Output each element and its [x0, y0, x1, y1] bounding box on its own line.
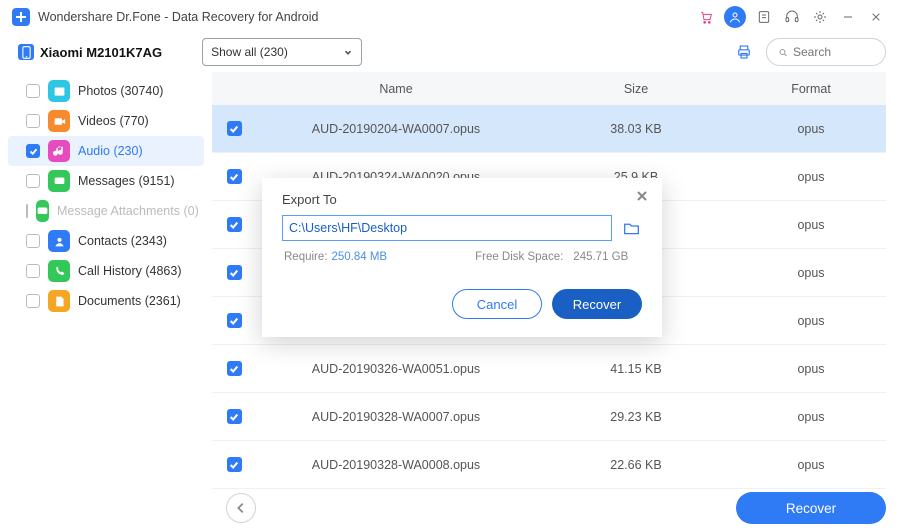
contacts-icon [48, 230, 70, 252]
sidebar-item-audio[interactable]: Audio (230) [8, 136, 204, 166]
phone-icon [18, 44, 34, 60]
row-checkbox[interactable] [227, 361, 242, 376]
dialog-close-icon[interactable] [632, 186, 652, 206]
table-row[interactable]: AUD-20190328-WA0008.opus22.66 KBopus [212, 441, 886, 489]
row-size: 22.66 KB [536, 458, 736, 472]
col-format-header[interactable]: Format [736, 82, 886, 96]
sidebar-item-docs[interactable]: Documents (2361) [8, 286, 204, 316]
dialog-title: Export To [282, 192, 642, 207]
category-checkbox[interactable] [26, 234, 40, 248]
row-size: 29.23 KB [536, 410, 736, 424]
row-name: AUD-20190328-WA0008.opus [256, 458, 536, 472]
sidebar-item-messages[interactable]: Messages (9151) [8, 166, 204, 196]
export-path-input[interactable] [282, 215, 612, 241]
cancel-button[interactable]: Cancel [452, 289, 542, 319]
row-format: opus [736, 170, 886, 184]
search-input[interactable] [793, 45, 873, 59]
category-sidebar: Photos (30740) Videos (770) Audio (230) Mes… [0, 72, 212, 486]
category-checkbox[interactable] [26, 294, 40, 308]
callhist-icon [48, 260, 70, 282]
close-icon[interactable] [862, 3, 890, 31]
row-format: opus [736, 314, 886, 328]
table-row[interactable]: AUD-20190326-WA0051.opus41.15 KBopus [212, 345, 886, 393]
freespace-value: 245.71 GB [573, 251, 628, 263]
support-icon[interactable] [778, 3, 806, 31]
sidebar-item-videos[interactable]: Videos (770) [8, 106, 204, 136]
chevron-down-icon [343, 47, 353, 57]
row-checkbox[interactable] [227, 121, 242, 136]
table-row[interactable]: AUD-20190204-WA0007.opus38.03 KBopus [212, 105, 886, 153]
sidebar-item-contacts[interactable]: Contacts (2343) [8, 226, 204, 256]
row-checkbox[interactable] [227, 169, 242, 184]
export-dialog: Export To Require: 250.84 MB Free Disk S… [262, 178, 662, 337]
row-format: opus [736, 266, 886, 280]
cart-icon[interactable] [692, 3, 720, 31]
videos-icon [48, 110, 70, 132]
category-checkbox[interactable] [26, 174, 40, 188]
row-name: AUD-20190328-WA0007.opus [256, 410, 536, 424]
sidebar-item-photos[interactable]: Photos (30740) [8, 76, 204, 106]
category-checkbox [26, 204, 28, 218]
search-box[interactable] [766, 38, 886, 66]
category-label: Photos (30740) [78, 84, 163, 98]
category-checkbox[interactable] [26, 264, 40, 278]
row-format: opus [736, 458, 886, 472]
filter-label: Show all (230) [211, 45, 288, 59]
back-button[interactable] [226, 493, 256, 523]
category-label: Call History (4863) [78, 264, 182, 278]
require-value: 250.84 MB [331, 251, 387, 263]
category-checkbox[interactable] [26, 114, 40, 128]
feedback-icon[interactable] [750, 3, 778, 31]
require-label: Require: [284, 251, 327, 263]
category-label: Documents (2361) [78, 294, 181, 308]
msgatt-icon [36, 200, 49, 222]
row-name: AUD-20190326-WA0051.opus [256, 362, 536, 376]
category-label: Videos (770) [78, 114, 149, 128]
audio-icon [48, 140, 70, 162]
messages-icon [48, 170, 70, 192]
category-checkbox[interactable] [26, 144, 40, 158]
row-checkbox[interactable] [227, 313, 242, 328]
browse-folder-icon[interactable] [620, 217, 642, 239]
row-size: 38.03 KB [536, 122, 736, 136]
device-name: Xiaomi M2101K7AG [40, 45, 162, 60]
row-checkbox[interactable] [227, 409, 242, 424]
col-name-header[interactable]: Name [256, 82, 536, 96]
settings-icon[interactable] [806, 3, 834, 31]
recover-button[interactable]: Recover [736, 492, 886, 524]
row-size: 41.15 KB [536, 362, 736, 376]
photos-icon [48, 80, 70, 102]
minimize-icon[interactable] [834, 3, 862, 31]
row-checkbox[interactable] [227, 457, 242, 472]
dialog-recover-button[interactable]: Recover [552, 289, 642, 319]
row-format: opus [736, 362, 886, 376]
col-size-header[interactable]: Size [536, 82, 736, 96]
freespace-label: Free Disk Space: [475, 251, 563, 263]
row-format: opus [736, 122, 886, 136]
row-format: opus [736, 410, 886, 424]
app-title: Wondershare Dr.Fone - Data Recovery for … [38, 10, 318, 24]
category-checkbox[interactable] [26, 84, 40, 98]
row-checkbox[interactable] [227, 265, 242, 280]
docs-icon [48, 290, 70, 312]
table-row[interactable]: AUD-20190328-WA0007.opus29.23 KBopus [212, 393, 886, 441]
print-icon[interactable] [730, 38, 758, 66]
category-label: Messages (9151) [78, 174, 175, 188]
search-icon [779, 46, 787, 59]
row-format: opus [736, 218, 886, 232]
app-logo [12, 8, 30, 26]
category-label: Message Attachments (0) [57, 204, 199, 218]
row-checkbox[interactable] [227, 217, 242, 232]
row-name: AUD-20190204-WA0007.opus [256, 122, 536, 136]
category-label: Contacts (2343) [78, 234, 167, 248]
account-icon[interactable] [724, 6, 746, 28]
sidebar-item-msgatt: Message Attachments (0) [8, 196, 204, 226]
category-label: Audio (230) [78, 144, 143, 158]
filter-dropdown[interactable]: Show all (230) [202, 38, 362, 66]
sidebar-item-callhist[interactable]: Call History (4863) [8, 256, 204, 286]
device-badge: Xiaomi M2101K7AG [14, 44, 162, 60]
